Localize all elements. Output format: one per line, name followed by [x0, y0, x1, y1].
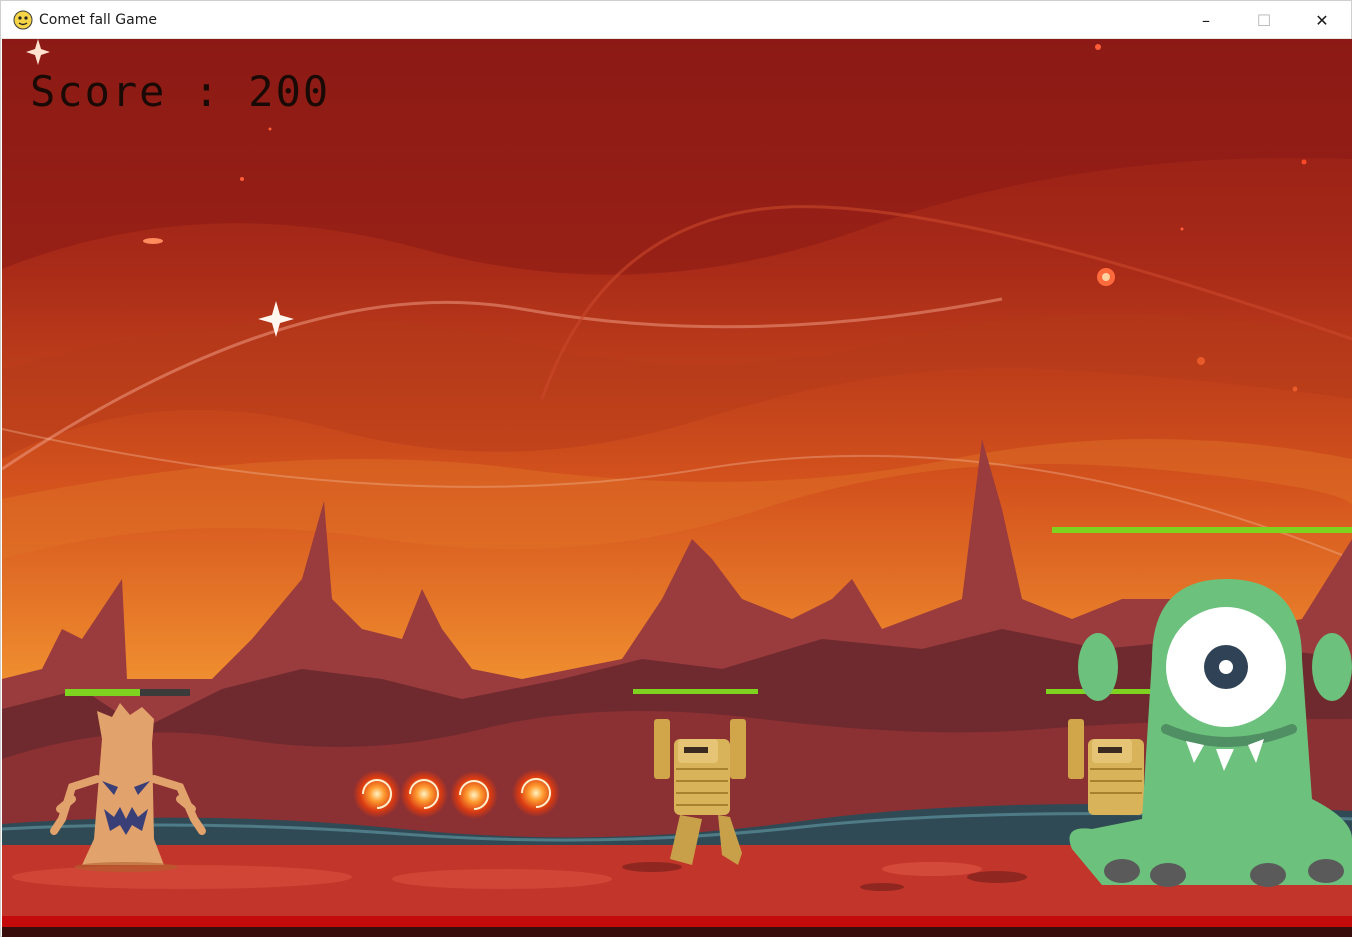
game-scene	[2, 39, 1352, 937]
vortex-projectile	[512, 769, 560, 817]
game-canvas[interactable]: Score : 200	[2, 39, 1352, 937]
ground-boundary-bar	[2, 916, 1352, 927]
window-title: Comet fall Game	[39, 11, 157, 28]
close-button[interactable]: ✕	[1293, 1, 1351, 39]
game-window: Comet fall Game – ☐ ✕ Score: 200	[0, 0, 1352, 937]
score-display: Score : 200	[30, 67, 331, 116]
maximize-icon: ☐	[1256, 10, 1272, 30]
mummy-health-bar	[633, 689, 758, 694]
boss-health-bar	[1052, 527, 1352, 533]
meteor-spark	[143, 238, 163, 244]
python-icon	[13, 10, 33, 29]
maximize-button[interactable]: ☐	[1235, 1, 1293, 39]
vortex-projectile	[450, 771, 498, 819]
vortex-projectile	[353, 770, 401, 818]
vortex-projectile	[400, 770, 448, 818]
minimize-button[interactable]: –	[1177, 1, 1235, 39]
close-icon: ✕	[1315, 10, 1329, 30]
minimize-icon: –	[1202, 10, 1210, 30]
title-bar[interactable]: Comet fall Game – ☐ ✕	[1, 1, 1351, 39]
player-health-bar	[65, 689, 140, 696]
